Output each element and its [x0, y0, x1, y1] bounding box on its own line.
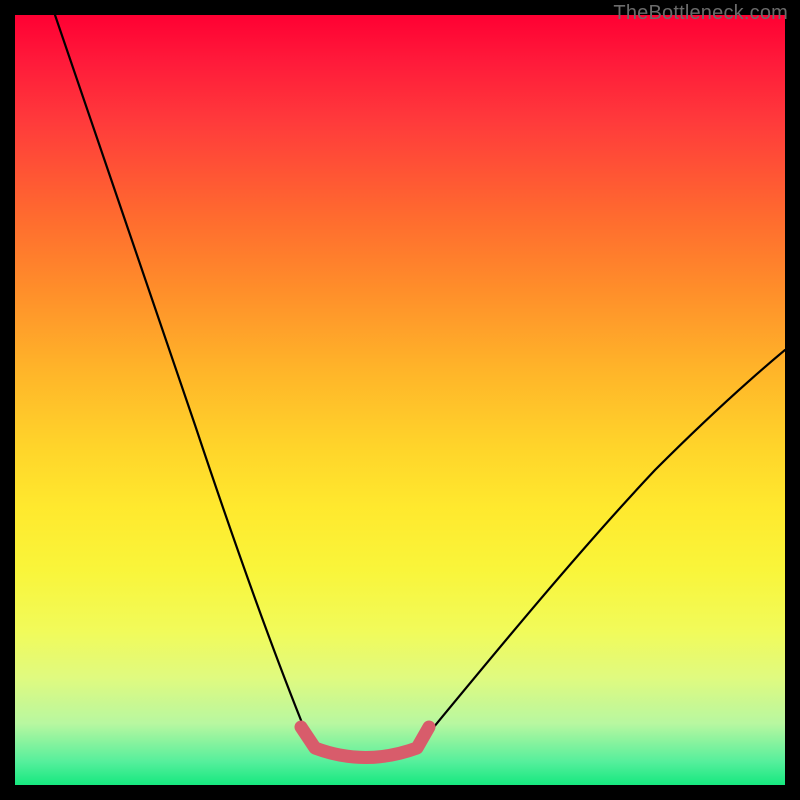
chart-frame: TheBottleneck.com	[0, 0, 800, 800]
chart-svg	[15, 15, 785, 785]
chart-plot-area	[15, 15, 785, 785]
right-curve	[419, 350, 785, 745]
highlight-segment	[301, 727, 429, 758]
watermark-text: TheBottleneck.com	[613, 2, 788, 25]
left-curve	[55, 15, 311, 745]
